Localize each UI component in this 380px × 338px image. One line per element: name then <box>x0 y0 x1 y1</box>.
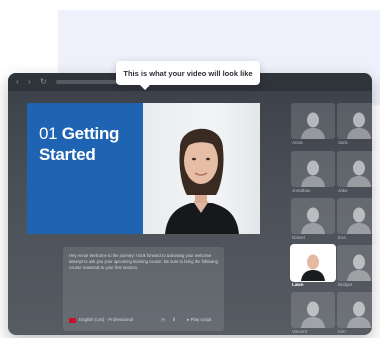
slide-title-panel: 01 Getting Started <box>27 103 143 234</box>
avatar-name: Jake <box>338 188 348 193</box>
play-script-label: Play script <box>190 317 212 322</box>
back-icon[interactable]: ‹ <box>16 78 24 86</box>
avatar-thumbnail <box>347 207 371 234</box>
video-preview[interactable]: 01 Getting Started <box>27 103 260 234</box>
avatar-tile[interactable] <box>337 103 380 139</box>
avatar-thumbnail <box>347 112 371 139</box>
avatar-tile[interactable] <box>337 198 380 234</box>
script-editor[interactable]: Hey Anna! Welcome to the journey! I look… <box>63 247 224 331</box>
avatar-thumbnail <box>301 301 325 328</box>
slide-title-line2: Started <box>39 145 96 164</box>
script-footer: English (US) - Professional ◷ Ⅱ ▸ Play s… <box>69 317 219 325</box>
script-text[interactable]: Hey Anna! Welcome to the journey! I look… <box>69 253 219 271</box>
slide-title-line1: Getting <box>61 124 120 143</box>
avatar-name: Daniel <box>292 235 305 240</box>
avatar-thumbnail <box>347 301 371 328</box>
avatar-thumbnail <box>301 254 325 281</box>
reload-icon[interactable]: ↻ <box>40 78 48 86</box>
avatar-tile[interactable] <box>337 245 380 281</box>
avatar-tile[interactable] <box>337 151 380 187</box>
avatar-tile[interactable] <box>291 198 335 234</box>
avatar-name: Eva <box>338 235 346 240</box>
slide-number: 01 <box>39 124 58 143</box>
avatar-name: Kim <box>338 329 346 334</box>
avatar-name: Lawn <box>292 282 304 287</box>
presenter-avatar <box>165 128 239 234</box>
presenter-area <box>143 103 260 234</box>
avatar-name: Vincent <box>292 329 307 334</box>
avatar-name: Jonathan <box>292 188 311 193</box>
avatar-thumbnail <box>301 160 325 187</box>
avatar-thumbnail <box>347 254 371 281</box>
slide-title: 01 Getting Started <box>39 123 119 165</box>
avatar-thumbnail <box>347 160 371 187</box>
avatar-tile[interactable] <box>291 151 335 187</box>
avatar-tile[interactable] <box>291 103 335 139</box>
us-flag-icon <box>69 318 76 323</box>
avatar-name: Sara <box>338 140 348 145</box>
avatar-thumbnail <box>301 207 325 234</box>
avatar-name: Bridget <box>338 282 353 287</box>
avatar-tile[interactable] <box>337 292 380 328</box>
preview-tooltip: This is what your video will look like <box>116 61 260 90</box>
language-select[interactable]: English (US) - Professional <box>79 317 133 322</box>
avatar-thumbnail <box>301 112 325 139</box>
forward-icon[interactable]: › <box>28 78 36 86</box>
play-script-button[interactable]: ▸ Play script <box>187 317 211 323</box>
avatar-tile[interactable] <box>291 245 335 281</box>
avatar-name: Anna <box>292 140 303 145</box>
clock-icon[interactable]: ◷ <box>161 317 165 323</box>
tooltip-text: This is what your video will look like <box>123 68 253 78</box>
pause-icon[interactable]: Ⅱ <box>173 317 175 323</box>
avatar-tile[interactable] <box>291 292 335 328</box>
